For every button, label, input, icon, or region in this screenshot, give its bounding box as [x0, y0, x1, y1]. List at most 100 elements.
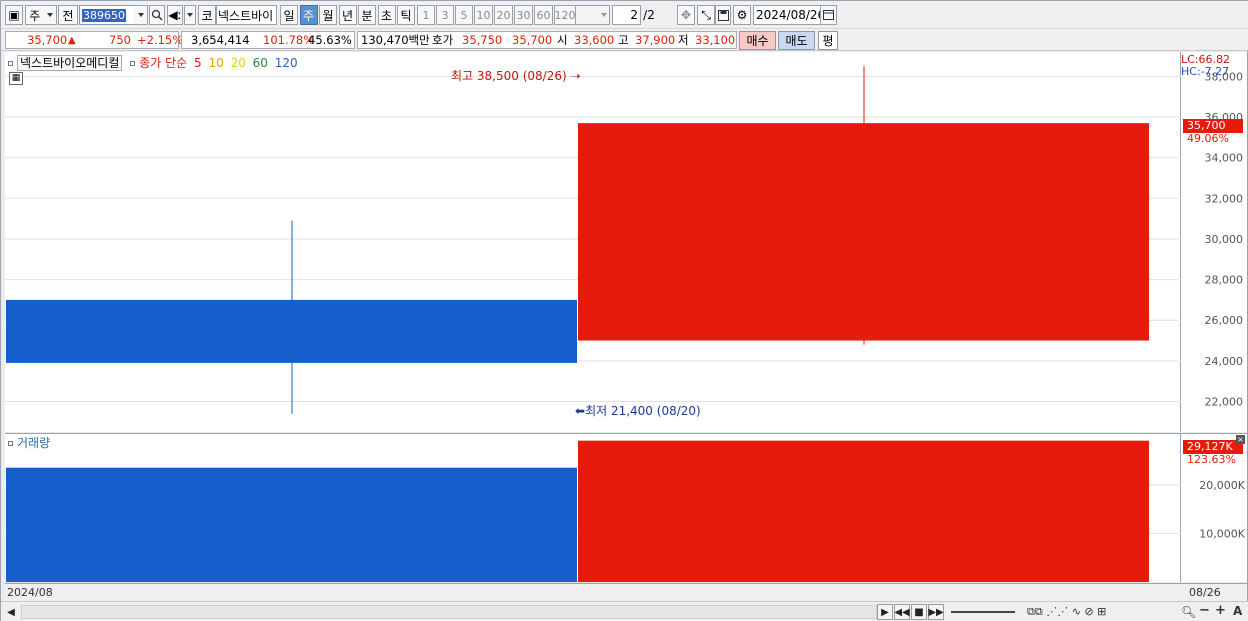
- volume-chart: [5, 440, 1181, 582]
- legend-ma-label[interactable]: 종가 단순: [139, 56, 187, 70]
- zoom-slider[interactable]: [951, 611, 1015, 613]
- date-input[interactable]: 2024/08/26: [753, 5, 821, 25]
- candle-body: [578, 123, 1149, 341]
- ask-price-1: 35,750: [462, 33, 503, 47]
- gear-icon[interactable]: ⚙: [733, 5, 751, 25]
- current-volume-tag: 29,127K: [1183, 440, 1243, 454]
- legend-ma-120[interactable]: 120: [275, 56, 298, 70]
- ask-price-2: 35,700: [512, 33, 553, 47]
- prev-button[interactable]: 전: [58, 5, 78, 25]
- legend-ma-20[interactable]: 20: [231, 56, 250, 70]
- volume-value: 3,654,414: [191, 33, 250, 47]
- interval-button-5[interactable]: 5: [455, 5, 473, 25]
- interval-button-30[interactable]: 30: [514, 5, 533, 25]
- zoom-icon[interactable]: 🔍︎: [1181, 605, 1196, 619]
- zoom-in-icon[interactable]: +: [1215, 603, 1226, 618]
- eval-button[interactable]: 평: [818, 31, 838, 50]
- legend-square-icon: [8, 441, 13, 446]
- interval-button-120[interactable]: 120: [554, 5, 576, 25]
- volume-axis[interactable]: 10,000K 20,000K 29,127K 123.63% ×: [1181, 433, 1247, 582]
- code-type-button[interactable]: 코: [198, 5, 216, 25]
- legend-stock-name[interactable]: 넥스트바이오메디컬: [17, 55, 123, 71]
- arrow-right-icon: ➝: [570, 69, 581, 83]
- stock-code-input[interactable]: 389650: [79, 5, 137, 25]
- high-annotation-text: 최고 38,500 (08/26): [451, 69, 567, 83]
- period-button-2[interactable]: 월: [319, 5, 337, 25]
- period-button-1[interactable]: 주: [299, 5, 318, 25]
- search-icon[interactable]: [149, 5, 165, 25]
- chevron-down-icon: [601, 13, 607, 17]
- legend-square-icon: [130, 61, 136, 66]
- count-input[interactable]: 2: [612, 5, 641, 25]
- legend-ma-periods: 5 10 20 60 120: [191, 56, 298, 70]
- volume-chart-pane[interactable]: 거래량: [5, 433, 1181, 582]
- period-button-4[interactable]: 분: [358, 5, 376, 25]
- quote-strip: 35,700 ▲ 750 +2.15% 3,654,414 101.78% 45…: [1, 29, 1248, 51]
- stock-code-value: 389650: [82, 8, 126, 22]
- window-menu-icon[interactable]: ▣: [5, 5, 23, 25]
- y-tick-label: 22,000: [1205, 396, 1244, 409]
- current-price: 35,700: [27, 33, 68, 47]
- buy-button[interactable]: 매수: [739, 31, 776, 50]
- current-price-tag: 35,700: [1183, 119, 1243, 133]
- chevron-down-icon: [187, 13, 193, 17]
- market-select[interactable]: 주: [25, 5, 57, 25]
- rewind-icon[interactable]: ◀◀: [894, 604, 910, 620]
- volume-bar: [6, 467, 577, 582]
- volume-bar: [578, 440, 1149, 582]
- sell-button[interactable]: 매도: [778, 31, 815, 50]
- period-button-6[interactable]: 틱: [397, 5, 415, 25]
- interval-button-3[interactable]: 3: [436, 5, 454, 25]
- date-axis: 2024/08 08/26: [5, 583, 1247, 601]
- close-icon[interactable]: ×: [1236, 435, 1245, 444]
- period-button-3[interactable]: 년: [338, 5, 357, 25]
- y-tick-label: 26,000: [1205, 314, 1244, 327]
- high-price: 37,900: [635, 33, 676, 47]
- auto-scale-icon[interactable]: A: [1233, 604, 1242, 618]
- y-tick-label: 30,000: [1205, 233, 1244, 246]
- horizontal-scrollbar[interactable]: [21, 605, 877, 619]
- sound-dropdown-button[interactable]: [184, 5, 196, 25]
- high-label: 고: [618, 33, 629, 47]
- drawing-tools-icon[interactable]: ⧉⧉ ⋰⋰ ∿ ⊘ ⊞: [1027, 605, 1106, 619]
- scroll-left-icon[interactable]: ◀: [3, 604, 19, 620]
- period-button-5[interactable]: 초: [377, 5, 396, 25]
- chevron-down-icon: [137, 13, 144, 17]
- current-price-pct: 49.06%: [1187, 132, 1229, 145]
- volume-legend-label[interactable]: 거래량: [17, 436, 50, 450]
- crosshair-icon[interactable]: ⤡: [697, 5, 715, 25]
- zoom-out-icon[interactable]: −: [1199, 603, 1210, 618]
- price-change: 750: [109, 33, 131, 47]
- price-chart-pane[interactable]: 넥스트바이오메디컬 종가 단순 5 10 20 60 120 ▦ 최고 38,5…: [5, 52, 1181, 432]
- scroll-right-icon[interactable]: ▶: [877, 604, 893, 620]
- market-select-value: 주: [29, 8, 41, 23]
- interval-button-60[interactable]: 60: [534, 5, 553, 25]
- up-arrow-icon: ▲: [68, 35, 76, 46]
- legend-ma-60[interactable]: 60: [253, 56, 272, 70]
- stock-name-field: 넥스트바이: [216, 5, 277, 25]
- calendar-icon[interactable]: [820, 5, 837, 25]
- interval-unit-select[interactable]: [572, 5, 610, 25]
- ask-label: 호가: [432, 33, 454, 47]
- code-dropdown-button[interactable]: [134, 5, 148, 25]
- scroll-toolbar: ◀ ▶ ◀◀ ■ ▶▶ ⧉⧉ ⋰⋰ ∿ ⊘ ⊞ 🔍︎ − + A: [1, 601, 1248, 621]
- save-icon[interactable]: [715, 5, 731, 25]
- interval-button-10[interactable]: 10: [474, 5, 493, 25]
- period-button-0[interactable]: 일: [280, 5, 298, 25]
- stop-icon[interactable]: ■: [911, 604, 927, 620]
- legend-ma-10[interactable]: 10: [208, 56, 227, 70]
- hc-label: HC:-7.27: [1181, 65, 1230, 78]
- price-axis[interactable]: 22,000 24,000 26,000 28,000 30,000 32,000 34,0…: [1181, 52, 1247, 432]
- volume-tick-label: 20,000K: [1199, 479, 1245, 492]
- fast-forward-icon[interactable]: ▶▶: [928, 604, 944, 620]
- open-price: 33,600: [574, 33, 615, 47]
- pin-icon[interactable]: ✥: [677, 5, 695, 25]
- y-tick-label: 28,000: [1205, 274, 1244, 287]
- sound-icon[interactable]: ◀ː: [167, 5, 183, 25]
- interval-button-1[interactable]: 1: [417, 5, 435, 25]
- interval-button-20[interactable]: 20: [494, 5, 513, 25]
- legend-ma-5[interactable]: 5: [194, 56, 205, 70]
- volume-ratio: 101.78%: [263, 33, 315, 47]
- open-label: 시: [557, 33, 568, 47]
- table-icon[interactable]: ▦: [9, 72, 23, 85]
